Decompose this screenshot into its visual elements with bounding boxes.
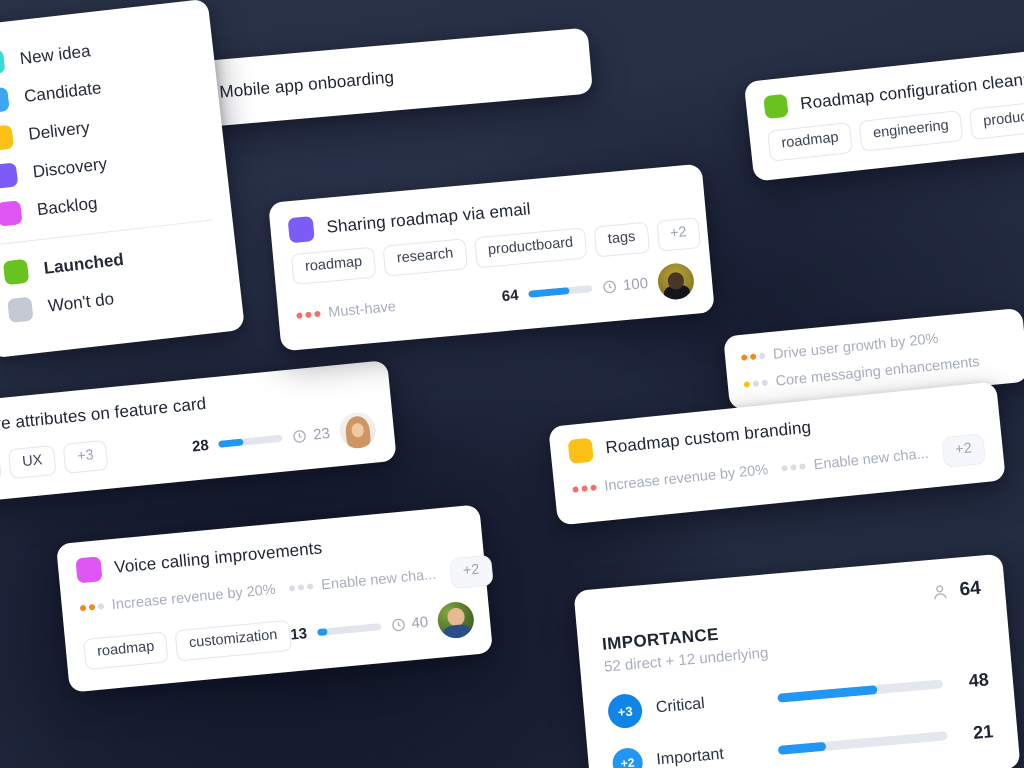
tag-chip[interactable]: engineering <box>858 110 964 152</box>
status-color-swatch <box>7 296 34 324</box>
objective-row: Increase revenue by 20% <box>572 462 769 498</box>
tag-chip[interactable]: ap <box>0 449 3 485</box>
status-color-swatch <box>567 437 594 464</box>
tag-chip[interactable]: roadmap <box>767 122 854 162</box>
priority-dots-icon <box>79 603 105 612</box>
tag-chip[interactable]: productboard <box>968 97 1024 140</box>
status-label: Launched <box>42 249 125 278</box>
feature-title: Mobile app onboarding <box>218 67 395 102</box>
status-label: Candidate <box>23 78 103 106</box>
score-value: 13 <box>289 625 308 645</box>
effort-value: 40 <box>410 614 430 633</box>
importance-bar <box>777 730 948 755</box>
status-color-swatch <box>0 200 23 227</box>
status-color-swatch <box>75 556 103 584</box>
score-bar <box>316 623 382 637</box>
score-bar <box>528 285 593 299</box>
feature-title: Voice calling improvements <box>113 537 323 577</box>
priority-dots-icon <box>289 583 314 592</box>
importance-row-label: Important <box>655 745 725 768</box>
objective-row: Enable new cha... <box>781 446 929 477</box>
feature-card-sharing-roadmap-via-email[interactable]: Sharing roadmap via email roadmap resear… <box>268 163 715 352</box>
importance-panel: 64 IMPORTANCE 52 direct + 12 underlying … <box>573 553 1021 768</box>
objective-row: Enable new cha... <box>289 567 437 597</box>
score-value: 64 <box>501 287 520 306</box>
status-color-swatch <box>0 49 6 76</box>
tag-chip[interactable]: productboard <box>473 227 588 269</box>
status-label: Delivery <box>27 117 91 144</box>
priority-dots-icon <box>572 484 597 494</box>
avatar[interactable] <box>656 261 696 301</box>
user-count-value: 64 <box>958 577 982 601</box>
effort-meta: 40 <box>390 614 429 634</box>
objective-label: Enable new cha... <box>320 567 437 594</box>
tag-chip[interactable]: research <box>382 238 468 277</box>
feature-card-show-more-attributes[interactable]: w more attributes on feature card ap UX … <box>0 360 397 505</box>
priority-dots-icon <box>296 310 321 319</box>
feature-card-voice-calling-improvements[interactable]: Voice calling improvements Increase reve… <box>55 504 494 693</box>
objective-row: Must-have <box>296 299 397 324</box>
effort-value: 23 <box>312 424 331 444</box>
importance-value: 48 <box>967 668 990 691</box>
feature-card-roadmap-custom-branding[interactable]: Roadmap custom branding Increase revenue… <box>548 381 1006 526</box>
feature-title: Sharing roadmap via email <box>325 198 532 237</box>
score-value: 28 <box>191 436 210 455</box>
user-icon <box>934 585 947 600</box>
status-color-swatch <box>0 86 10 114</box>
objective-label: Must-have <box>327 298 397 321</box>
effort-value: 100 <box>622 275 649 295</box>
canvas: New idea Candidate Delivery Discovery Ba… <box>0 0 1024 768</box>
tag-row: ap UX +3 <box>0 439 109 485</box>
status-color-swatch <box>2 258 30 286</box>
tag-chip-overflow[interactable]: +2 <box>655 217 702 252</box>
feature-title: Roadmap custom branding <box>604 417 812 458</box>
status-list-card: New idea Candidate Delivery Discovery Ba… <box>0 0 246 359</box>
importance-bar <box>777 678 944 703</box>
clock-icon <box>603 281 616 294</box>
importance-badge: +3 <box>606 692 644 730</box>
score-meta: 28 23 <box>190 410 378 465</box>
status-label: New idea <box>18 41 92 69</box>
objective-label: Increase revenue by 20% <box>603 462 769 496</box>
objective-label: Increase revenue by 20% <box>111 582 277 614</box>
score-meta: 13 40 <box>289 600 476 653</box>
tag-chip[interactable]: UX <box>7 444 57 480</box>
tag-chip[interactable]: roadmap <box>290 246 377 285</box>
score-meta: 64 100 <box>500 261 696 315</box>
importance-badge: +2 <box>611 746 644 768</box>
status-color-swatch <box>763 93 789 120</box>
priority-dots-icon <box>781 463 807 473</box>
importance-row-label: Critical <box>655 695 706 717</box>
status-label: Discovery <box>31 154 109 182</box>
tag-row: roadmap customization <box>83 620 292 671</box>
objective-label: Enable new cha... <box>813 446 930 474</box>
effort-meta: 23 <box>291 424 331 446</box>
tag-chip[interactable]: customization <box>174 620 292 662</box>
objective-overflow-chip[interactable]: +2 <box>448 554 494 590</box>
feature-card-mobile-app-onboarding[interactable]: Mobile app onboarding <box>160 27 594 131</box>
clock-icon <box>391 619 405 632</box>
status-color-swatch <box>287 216 315 244</box>
importance-value: 21 <box>972 720 995 743</box>
status-color-swatch <box>0 124 15 152</box>
avatar[interactable] <box>338 410 378 450</box>
objective-row: Increase revenue by 20% <box>79 582 276 616</box>
status-label: Won't do <box>47 289 116 316</box>
priority-dots-icon <box>743 379 769 388</box>
status-color-swatch <box>0 162 19 189</box>
score-bar <box>218 434 283 448</box>
objective-label: Drive user growth by 20% <box>772 330 940 363</box>
effort-meta: 100 <box>601 275 649 296</box>
objective-overflow-chip[interactable]: +2 <box>940 433 987 469</box>
priority-dots-icon <box>740 352 766 361</box>
tag-chip[interactable]: tags <box>593 221 650 258</box>
avatar[interactable] <box>436 600 476 640</box>
importance-row-critical[interactable]: +3 Critical 48 <box>606 662 991 730</box>
status-label: Backlog <box>36 193 99 220</box>
tag-chip[interactable]: roadmap <box>83 631 169 671</box>
tag-chip-overflow[interactable]: +3 <box>62 439 109 475</box>
clock-icon <box>293 429 307 443</box>
feature-card-roadmap-configuration-cleanup[interactable]: Roadmap configuration cleanup roadmap en… <box>743 42 1024 182</box>
